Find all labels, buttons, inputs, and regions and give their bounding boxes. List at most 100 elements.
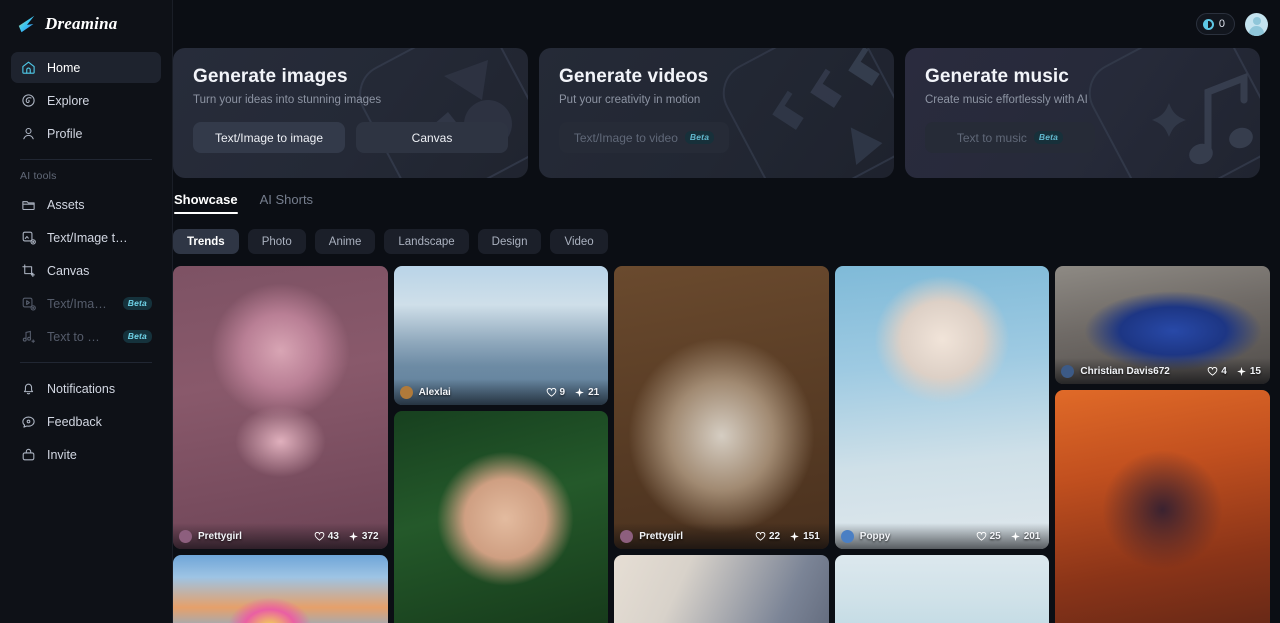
sidebar-item-label: Text to music — [47, 329, 110, 344]
like-stat[interactable]: 22 — [755, 531, 780, 542]
hero-card-generate-music[interactable]: Generate music Create music effortlessly… — [905, 48, 1260, 178]
tab-label: Showcase — [174, 192, 238, 207]
sidebar-item-text-to-image[interactable]: Text/Image t… — [11, 222, 161, 253]
like-count: 4 — [1221, 365, 1227, 377]
tile-author[interactable]: Prettygirl — [620, 529, 683, 543]
author-name: Prettygirl — [198, 530, 242, 542]
star-count: 151 — [803, 530, 820, 542]
sidebar-item-invite[interactable]: Invite — [11, 439, 161, 470]
sidebar-item-explore[interactable]: Explore — [11, 85, 161, 116]
gallery-tile[interactable]: Alexlai 9 21 — [393, 266, 609, 405]
hero-button-text-image-to-image[interactable]: Text/Image to image — [193, 122, 345, 153]
star-stat[interactable]: 151 — [789, 531, 820, 542]
sidebar-item-text-to-music[interactable]: Text to music Beta — [11, 321, 161, 352]
tile-stats: 4 15 — [1207, 366, 1261, 377]
sidebar-item-profile[interactable]: Profile — [11, 118, 161, 149]
brand-name: Dreamina — [45, 14, 118, 33]
author-name: Alexlai — [418, 386, 451, 398]
gallery-column: Prettygirl 43 372 — [173, 266, 388, 623]
hero-buttons: Text to music Beta — [925, 122, 1240, 153]
tile-author[interactable]: Poppy — [840, 529, 891, 543]
hero-subtitle: Turn your ideas into stunning images — [193, 94, 382, 106]
gallery-tile[interactable]: Poppy 25 201 — [834, 266, 1050, 549]
chip-video[interactable]: Video — [550, 229, 608, 254]
star-stat[interactable]: 201 — [1010, 531, 1040, 542]
chip-design[interactable]: Design — [477, 229, 542, 254]
gallery-tile[interactable] — [1055, 390, 1270, 623]
credits-value: 0 — [1218, 18, 1225, 30]
home-icon — [20, 60, 36, 76]
sidebar-item-label: Explore — [47, 93, 90, 108]
filter-chips: Trends Photo Anime Landscape Design Vide… — [173, 229, 1270, 254]
gallery-tile[interactable]: Prettygirl 22 151 — [614, 266, 829, 549]
star-stat[interactable]: 15 — [1236, 366, 1261, 377]
tile-stats: 22 151 — [755, 531, 820, 542]
like-stat[interactable]: 9 — [546, 386, 566, 398]
heart-icon — [755, 531, 766, 541]
beta-badge: Beta — [1033, 130, 1064, 145]
hero-subtitle: Put your creativity in motion — [559, 94, 701, 106]
credits-badge[interactable]: 0 — [1195, 13, 1235, 35]
tab-ai-shorts[interactable]: AI Shorts — [260, 192, 313, 214]
hero-title: Generate images — [193, 66, 348, 87]
sidebar-item-assets[interactable]: Assets — [11, 189, 161, 220]
tab-showcase[interactable]: Showcase — [174, 192, 238, 214]
bell-icon — [20, 381, 36, 397]
star-stat[interactable]: 21 — [574, 387, 599, 398]
chip-trends[interactable]: Trends — [173, 229, 239, 254]
hero-button-label: Text/Image to video — [573, 130, 678, 145]
feedback-icon — [20, 414, 36, 430]
sidebar-divider-top — [20, 159, 152, 160]
sidebar-item-text-to-video[interactable]: Text/Image t… Beta — [11, 288, 161, 319]
like-stat[interactable]: 43 — [314, 531, 339, 542]
like-stat[interactable]: 25 — [976, 531, 1001, 542]
chip-landscape[interactable]: Landscape — [384, 229, 469, 254]
author-name: Christian Davis672 — [1080, 365, 1170, 377]
star-stat[interactable]: 372 — [348, 531, 379, 542]
gallery-tile[interactable] — [834, 555, 1050, 623]
sidebar-item-home[interactable]: Home — [11, 52, 161, 83]
author-avatar — [1061, 364, 1075, 378]
tile-author[interactable]: Christian Davis672 — [1061, 364, 1170, 378]
content-tabs: Showcase AI Shorts — [173, 192, 1270, 214]
chip-photo[interactable]: Photo — [247, 229, 306, 254]
brand-logo[interactable]: Dreamina — [0, 0, 172, 48]
sidebar-item-label: Invite — [47, 447, 77, 462]
hero-button-label: Canvas — [411, 130, 453, 145]
invite-icon — [20, 447, 36, 463]
gallery-tile[interactable]: Prettygirl 43 372 — [173, 266, 388, 549]
star-count: 372 — [361, 530, 379, 542]
like-stat[interactable]: 4 — [1207, 366, 1227, 377]
gallery-column: Christian Davis672 4 15 — [1055, 266, 1270, 623]
tab-label: AI Shorts — [259, 192, 314, 207]
hero-button-text-to-music[interactable]: Text to music Beta — [925, 122, 1095, 153]
hero-button-text-image-to-video[interactable]: Text/Image to video Beta — [559, 122, 729, 153]
sidebar-item-label: Profile — [47, 126, 83, 141]
chip-label: Photo — [261, 235, 292, 248]
hero-card-generate-videos[interactable]: Generate videos Put your creativity in m… — [539, 48, 894, 178]
tile-author[interactable]: Prettygirl — [179, 529, 242, 543]
gallery-tile[interactable] — [393, 411, 609, 623]
profile-icon — [20, 126, 36, 142]
hero-card-generate-images[interactable]: Generate images Turn your ideas into stu… — [173, 48, 528, 178]
sidebar-group-title: AI tools — [20, 170, 57, 182]
like-count: 9 — [559, 386, 566, 398]
avatar[interactable] — [1245, 12, 1268, 36]
beta-badge: Beta — [684, 130, 715, 145]
gallery-grid: Prettygirl 43 372 Alexlai 9 21 Prettygirl 22 151… — [173, 266, 1270, 623]
author-name: Poppy — [859, 530, 891, 542]
sidebar-item-label: Text/Image t… — [47, 296, 110, 311]
sparkle-icon — [1236, 366, 1246, 376]
tile-author[interactable]: Alexlai — [399, 385, 451, 399]
sidebar-item-canvas[interactable]: Canvas — [11, 255, 161, 286]
sidebar-item-label: Assets — [47, 197, 85, 212]
gallery-tile[interactable] — [614, 555, 829, 623]
sidebar-item-feedback[interactable]: Feedback — [11, 406, 161, 437]
hero-button-canvas[interactable]: Canvas — [356, 122, 508, 153]
sparkle-icon — [1010, 531, 1020, 541]
chip-anime[interactable]: Anime — [314, 229, 376, 254]
beta-badge: Beta — [122, 296, 152, 311]
gallery-tile[interactable] — [173, 555, 388, 623]
gallery-tile[interactable]: Christian Davis672 4 15 — [1055, 266, 1270, 384]
sidebar-item-notifications[interactable]: Notifications — [11, 373, 161, 404]
